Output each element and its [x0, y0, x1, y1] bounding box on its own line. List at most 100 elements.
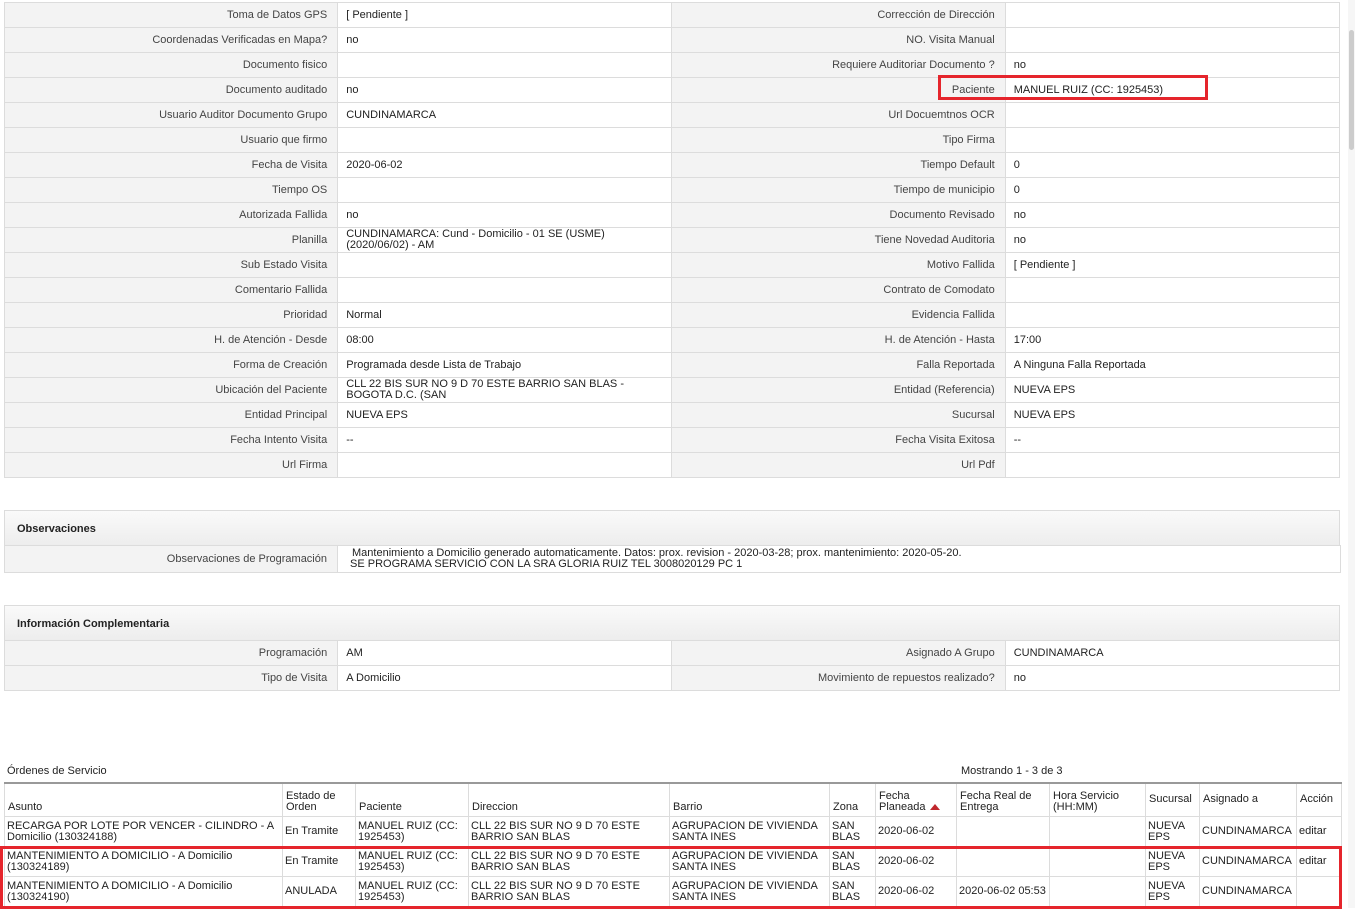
- column-header-zona[interactable]: Zona: [829, 782, 876, 817]
- cell-accion[interactable]: editar: [1296, 816, 1342, 847]
- scrollbar-thumb[interactable]: [1349, 30, 1354, 150]
- detail-row: Toma de Datos GPS[ Pendiente ] Corrección…: [3, 2, 1341, 28]
- value-comentario-fallida: [337, 277, 673, 303]
- column-header-sucursal[interactable]: Sucursal: [1145, 782, 1200, 817]
- cell-estado-de-orden: En Tramite: [282, 846, 356, 877]
- cell-paciente: MANUEL RUIZ (CC: 1925453): [355, 846, 469, 877]
- value-evidencia-fallida: [1004, 302, 1341, 328]
- label-fecha-visita-exitosa: Fecha Visita Exitosa: [671, 427, 1006, 453]
- cell-fecha-planeada: 2020-06-02: [875, 846, 957, 877]
- value-usuario-que-firmo: [337, 127, 673, 153]
- label-entidad-referencia: Entidad (Referencia): [671, 377, 1006, 403]
- column-header-barrio[interactable]: Barrio: [669, 782, 830, 817]
- cell-estado-de-orden: ANULADA: [282, 876, 356, 907]
- ordenes-table: Asunto Estado de Orden Paciente Direccion Ba…: [4, 782, 1342, 907]
- label-tiene-novedad-auditoria: Tiene Novedad Auditoria: [671, 227, 1006, 253]
- observaciones-label: Observaciones de Programación: [4, 545, 338, 573]
- value-sucursal: NUEVA EPS: [1004, 402, 1341, 428]
- value-requiere-auditoriar-documento: no: [1004, 52, 1341, 78]
- label-sub-estado-visita: Sub Estado Visita: [3, 252, 339, 278]
- value-motivo-fallida: [ Pendiente ]: [1004, 252, 1341, 278]
- value-paciente: MANUEL RUIZ (CC: 1925453): [1004, 77, 1341, 103]
- column-header-asunto[interactable]: Asunto: [4, 782, 283, 817]
- label-documento-auditado: Documento auditado: [3, 77, 339, 103]
- observaciones-table: Observaciones de Programación Mantenimie…: [4, 545, 1341, 573]
- value-url-firma: [337, 452, 673, 478]
- complementaria-section: Información Complementaria Programación A…: [3, 605, 1341, 691]
- cell-sucursal: NUEVA EPS: [1145, 876, 1200, 907]
- cell-fecha-planeada: 2020-06-02: [875, 816, 957, 847]
- cell-estado-de-orden: En Tramite: [282, 816, 356, 847]
- cell-accion[interactable]: editar: [1296, 846, 1342, 877]
- cell-hora-servicio-hh-mm: [1049, 846, 1146, 877]
- detail-row: Coordenadas Verificadas en Mapa? no NO. Vi…: [3, 27, 1341, 53]
- column-header-label: Paciente: [359, 801, 402, 813]
- page-scrollbar[interactable]: [1348, 0, 1355, 908]
- value-contrato-de-comodato: [1004, 277, 1341, 303]
- column-header-asignado-a[interactable]: Asignado a: [1199, 782, 1297, 817]
- value-autorizada-fallida: no: [337, 202, 673, 228]
- value-tiempo-os: [337, 177, 673, 203]
- cell-barrio: AGRUPACION DE VIVIENDA SANTA INES: [669, 846, 830, 877]
- column-header-label: Zona: [833, 801, 859, 813]
- detail-row: Usuario que firmo Tipo Firma: [3, 127, 1341, 153]
- cell-asunto: MANTENIMIENTO A DOMICILIO - A Domicilio …: [4, 846, 283, 877]
- label-programacion: Programación: [3, 640, 339, 666]
- column-header-hora-servicio-hh-mm[interactable]: Hora Servicio (HH:MM): [1049, 782, 1146, 817]
- column-header-direccion[interactable]: Direccion: [468, 782, 670, 817]
- value-fecha-de-visita: 2020-06-02: [337, 152, 673, 178]
- complementaria-table: Programación AM Asignado A Grupo CUNDINAMAR…: [3, 640, 1341, 691]
- cell-fecha-real-de-entrega: [956, 816, 1050, 847]
- column-header-paciente[interactable]: Paciente: [355, 782, 469, 817]
- value-movimiento-de-repuestos-realizado: no: [1004, 665, 1341, 691]
- column-header-fecha-planeada[interactable]: Fecha Planeada: [875, 782, 957, 817]
- value-tiene-novedad-auditoria: no: [1004, 227, 1341, 253]
- label-movimiento-de-repuestos-realizado: Movimiento de repuestos realizado?: [671, 665, 1006, 691]
- observaciones-line-2: SE PROGRAMA SERVICIO CON LA SRA GLORIA R…: [350, 558, 743, 570]
- label-usuario-auditor-documento-grupo: Usuario Auditor Documento Grupo: [3, 102, 339, 128]
- cell-sucursal: NUEVA EPS: [1145, 846, 1200, 877]
- label-url-pdf: Url Pdf: [671, 452, 1006, 478]
- cell-accion: [1296, 876, 1342, 907]
- label-autorizada-fallida: Autorizada Fallida: [3, 202, 339, 228]
- cell-asunto: MANTENIMIENTO A DOMICILIO - A Domicilio …: [4, 876, 283, 907]
- column-header-label: Estado de Orden: [286, 790, 336, 813]
- label-asignado-a-grupo: Asignado A Grupo: [671, 640, 1006, 666]
- column-header-fecha-real-de-entrega[interactable]: Fecha Real de Entrega: [956, 782, 1050, 817]
- column-header-accion[interactable]: Acción: [1296, 782, 1342, 817]
- label-contrato-de-comodato: Contrato de Comodato: [671, 277, 1006, 303]
- value-url-pdf: [1004, 452, 1341, 478]
- label-planilla: Planilla: [3, 227, 339, 253]
- value-no-visita-manual: [1004, 27, 1341, 53]
- column-header-estado-de-orden[interactable]: Estado de Orden: [282, 782, 356, 817]
- cell-hora-servicio-hh-mm: [1049, 816, 1146, 847]
- value-h-de-atencion-desde: 08:00: [337, 327, 673, 353]
- cell-direccion: CLL 22 BIS SUR NO 9 D 70 ESTE BARRIO SAN…: [468, 846, 670, 877]
- label-prioridad: Prioridad: [3, 302, 339, 328]
- detail-row: Prioridad Normal Evidencia Fallida: [3, 302, 1341, 328]
- label-toma-de-datos-gps: Toma de Datos GPS: [3, 2, 339, 28]
- label-sucursal: Sucursal: [671, 402, 1006, 428]
- detail-row: Usuario Auditor Documento Grupo CUNDINAMA…: [3, 102, 1341, 128]
- detail-row: Documento fisico Requiere Auditoriar Docu…: [3, 52, 1341, 78]
- value-programacion: AM: [337, 640, 673, 666]
- cell-direccion: CLL 22 BIS SUR NO 9 D 70 ESTE BARRIO SAN…: [468, 876, 670, 907]
- cell-zona: SAN BLAS: [829, 816, 876, 847]
- table-row: MANTENIMIENTO A DOMICILIO - A Domicilio …: [4, 846, 1342, 877]
- value-h-de-atencion-hasta: 17:00: [1004, 327, 1341, 353]
- ordenes-title: Órdenes de Servicio: [7, 765, 107, 777]
- label-correccion-de-direccion: Corrección de Dirección: [671, 2, 1006, 28]
- table-row: RECARGA POR LOTE POR VENCER - CILINDRO -…: [4, 816, 1342, 847]
- cell-asignado-a: CUNDINAMARCA: [1199, 846, 1297, 877]
- detail-row: Forma de Creación Programada desde Lista …: [3, 352, 1341, 378]
- value-documento-fisico: [337, 52, 673, 78]
- value-correccion-de-direccion: [1004, 2, 1341, 28]
- value-forma-de-creacion: Programada desde Lista de Trabajo: [337, 352, 673, 378]
- cell-fecha-real-de-entrega: [956, 846, 1050, 877]
- detail-row: Fecha de Visita 2020-06-02 Tiempo Default 0: [3, 152, 1341, 178]
- label-evidencia-fallida: Evidencia Fallida: [671, 302, 1006, 328]
- observaciones-value: Mantenimiento a Domicilio generado autom…: [337, 545, 1341, 573]
- value-asignado-a-grupo: CUNDINAMARCA: [1004, 640, 1341, 666]
- column-header-label: Barrio: [673, 801, 703, 813]
- label-forma-de-creacion: Forma de Creación: [3, 352, 339, 378]
